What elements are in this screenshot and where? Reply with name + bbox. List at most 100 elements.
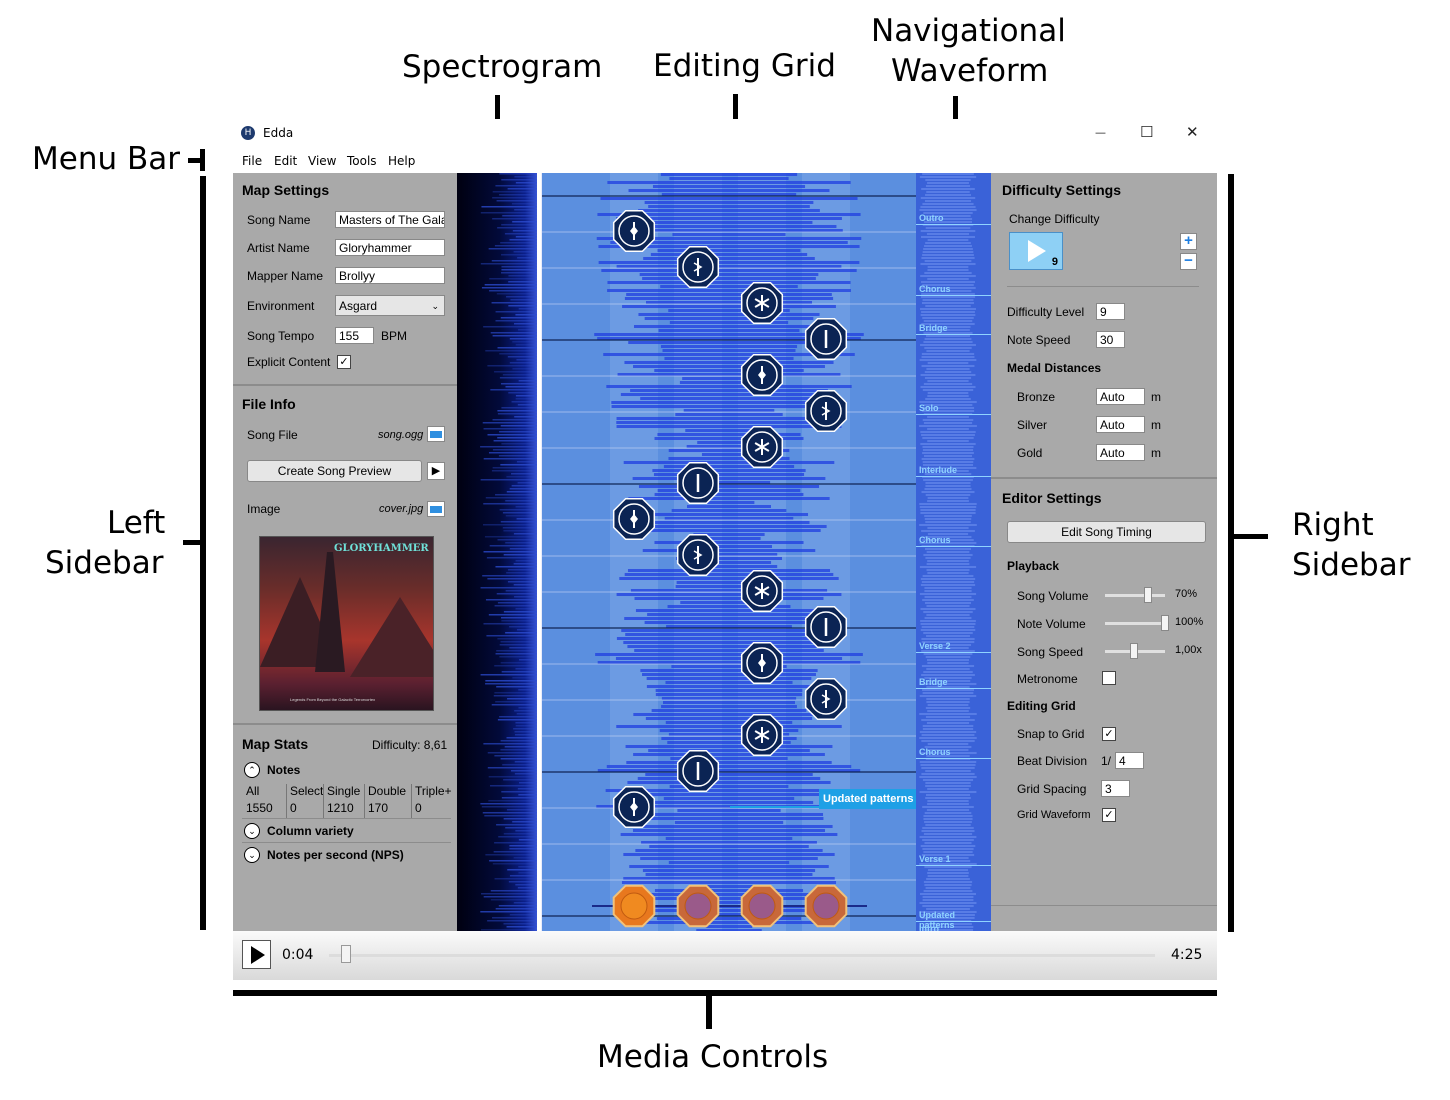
- add-difficulty-button[interactable]: +: [1180, 233, 1197, 250]
- song-tempo-field[interactable]: 155: [335, 327, 374, 344]
- gold-distance-field[interactable]: Auto: [1096, 444, 1145, 461]
- nav-waveform-band: [922, 254, 974, 256]
- image-browse-button[interactable]: [427, 501, 445, 517]
- nav-section-label[interactable]: Chorus: [919, 284, 951, 294]
- nav-waveform-band: [919, 902, 977, 904]
- media-controls: 0:04 4:25: [233, 931, 1217, 980]
- song-speed-thumb[interactable]: [1130, 643, 1138, 659]
- minimize-button[interactable]: —: [1095, 126, 1106, 139]
- expand-nps-icon[interactable]: ⌄: [244, 847, 260, 863]
- expand-column-variety-icon[interactable]: ⌄: [244, 823, 260, 839]
- note-volume-slider[interactable]: [1105, 622, 1165, 625]
- annotation-left-sidebar-2: Sidebar: [45, 545, 164, 581]
- grid-spacing-label: Grid Spacing: [1017, 782, 1087, 796]
- grid-waveform-band: [671, 509, 787, 512]
- nav-section-label[interactable]: Interlude: [919, 465, 957, 475]
- environment-select[interactable]: Asgard ⌄: [335, 295, 445, 316]
- nav-section-label[interactable]: Chorus: [919, 535, 951, 545]
- menu-tools[interactable]: Tools: [347, 154, 377, 168]
- grid-waveform-band: [663, 797, 795, 800]
- edit-song-timing-button[interactable]: Edit Song Timing: [1007, 521, 1206, 543]
- stats-value: 1550: [246, 801, 273, 815]
- spectrogram-streak: [495, 566, 539, 568]
- grid-waveform-checkbox[interactable]: ✓: [1102, 808, 1116, 822]
- grid-waveform-band: [642, 673, 816, 676]
- song-name-field[interactable]: Masters of The Gala: [335, 211, 445, 228]
- song-volume-slider[interactable]: [1105, 594, 1165, 597]
- menu-edit[interactable]: Edit: [274, 154, 297, 168]
- navigational-waveform[interactable]: Outro Chorus Bridge Solo Interlude Chorus Vers…: [916, 173, 991, 931]
- spectrogram-streak: [500, 272, 539, 274]
- spectrogram-streak: [494, 371, 539, 373]
- spectrogram-streak: [518, 866, 539, 868]
- nav-waveform-band: [924, 515, 972, 517]
- note-speed-field[interactable]: 30: [1096, 331, 1125, 348]
- spectrogram-streak: [507, 356, 539, 358]
- divider: [242, 842, 451, 843]
- nav-waveform-band: [927, 278, 969, 280]
- collapse-notes-icon[interactable]: ⌃: [244, 762, 260, 778]
- explicit-content-checkbox[interactable]: ✓: [337, 355, 351, 369]
- nav-waveform-band: [925, 485, 971, 487]
- editing-grid[interactable]: Updated patterns: [542, 173, 916, 931]
- menu-view[interactable]: View: [308, 154, 336, 168]
- remove-difficulty-button[interactable]: −: [1180, 253, 1197, 270]
- create-song-preview-button[interactable]: Create Song Preview: [247, 460, 422, 482]
- spectrogram[interactable]: [457, 173, 542, 931]
- spectrogram-streak: [510, 473, 539, 475]
- nav-section-line: [916, 758, 991, 759]
- spectrogram-streak: [488, 248, 539, 250]
- grid-waveform-band: [660, 345, 798, 348]
- annotation-left-sidebar-1: Left: [107, 505, 166, 541]
- total-time: 4:25: [1171, 947, 1203, 963]
- close-button[interactable]: ✕: [1186, 123, 1199, 141]
- nav-waveform-band: [926, 233, 970, 235]
- spectrogram-streak: [497, 413, 539, 415]
- silver-distance-field[interactable]: Auto: [1096, 416, 1145, 433]
- nav-waveform-band: [919, 713, 977, 715]
- nav-section-label[interactable]: Bridge: [919, 677, 948, 687]
- nav-section-label[interactable]: Bridge: [919, 323, 948, 333]
- nav-section-label[interactable]: Intro: [919, 924, 939, 931]
- spectrogram-streak: [507, 581, 539, 583]
- difficulty-selector-button[interactable]: 9: [1009, 232, 1063, 270]
- song-volume-thumb[interactable]: [1144, 587, 1152, 603]
- snap-to-grid-checkbox[interactable]: ✓: [1102, 727, 1116, 741]
- grid-waveform-band: [628, 189, 830, 192]
- nav-section-label[interactable]: Verse 1: [919, 854, 951, 864]
- nav-section-label[interactable]: Chorus: [919, 747, 951, 757]
- bronze-distance-field[interactable]: Auto: [1096, 388, 1145, 405]
- grid-waveform-band: [634, 817, 824, 820]
- grid-spacing-field[interactable]: 3: [1101, 780, 1130, 797]
- seek-thumb[interactable]: [341, 945, 352, 963]
- column-variety-label[interactable]: Column variety: [267, 824, 354, 838]
- nav-waveform-band: [925, 227, 971, 229]
- nav-waveform-band: [924, 596, 972, 598]
- nav-section-label[interactable]: Outro: [919, 213, 944, 223]
- nav-section-label[interactable]: Verse 2: [919, 641, 951, 651]
- preview-play-button[interactable]: ▶: [427, 462, 445, 480]
- grid-waveform-band: [657, 249, 801, 252]
- play-button[interactable]: [242, 940, 271, 969]
- nav-waveform-band: [924, 272, 972, 274]
- mapper-name-field[interactable]: Brollyy: [335, 267, 445, 284]
- spectrogram-streak: [504, 233, 539, 235]
- nps-label[interactable]: Notes per second (NPS): [267, 848, 404, 862]
- annotation-menu-bar: Menu Bar: [32, 141, 180, 177]
- menu-help[interactable]: Help: [388, 154, 415, 168]
- seek-bar[interactable]: [329, 954, 1155, 957]
- spectrogram-streak: [492, 449, 539, 451]
- spectrogram-streak: [509, 647, 539, 649]
- menu-file[interactable]: File: [242, 154, 262, 168]
- artist-name-field[interactable]: Gloryhammer: [335, 239, 445, 256]
- maximize-button[interactable]: ☐: [1140, 123, 1153, 141]
- metronome-checkbox[interactable]: [1102, 671, 1116, 685]
- spectrogram-streak: [501, 266, 539, 268]
- note-volume-thumb[interactable]: [1161, 615, 1169, 631]
- song-file-browse-button[interactable]: [427, 426, 445, 442]
- beat-division-field[interactable]: 4: [1115, 752, 1144, 769]
- spectrogram-streak: [487, 752, 539, 754]
- difficulty-level-field[interactable]: 9: [1096, 303, 1125, 320]
- spectrogram-streak: [496, 824, 539, 826]
- nav-section-label[interactable]: Solo: [919, 403, 939, 413]
